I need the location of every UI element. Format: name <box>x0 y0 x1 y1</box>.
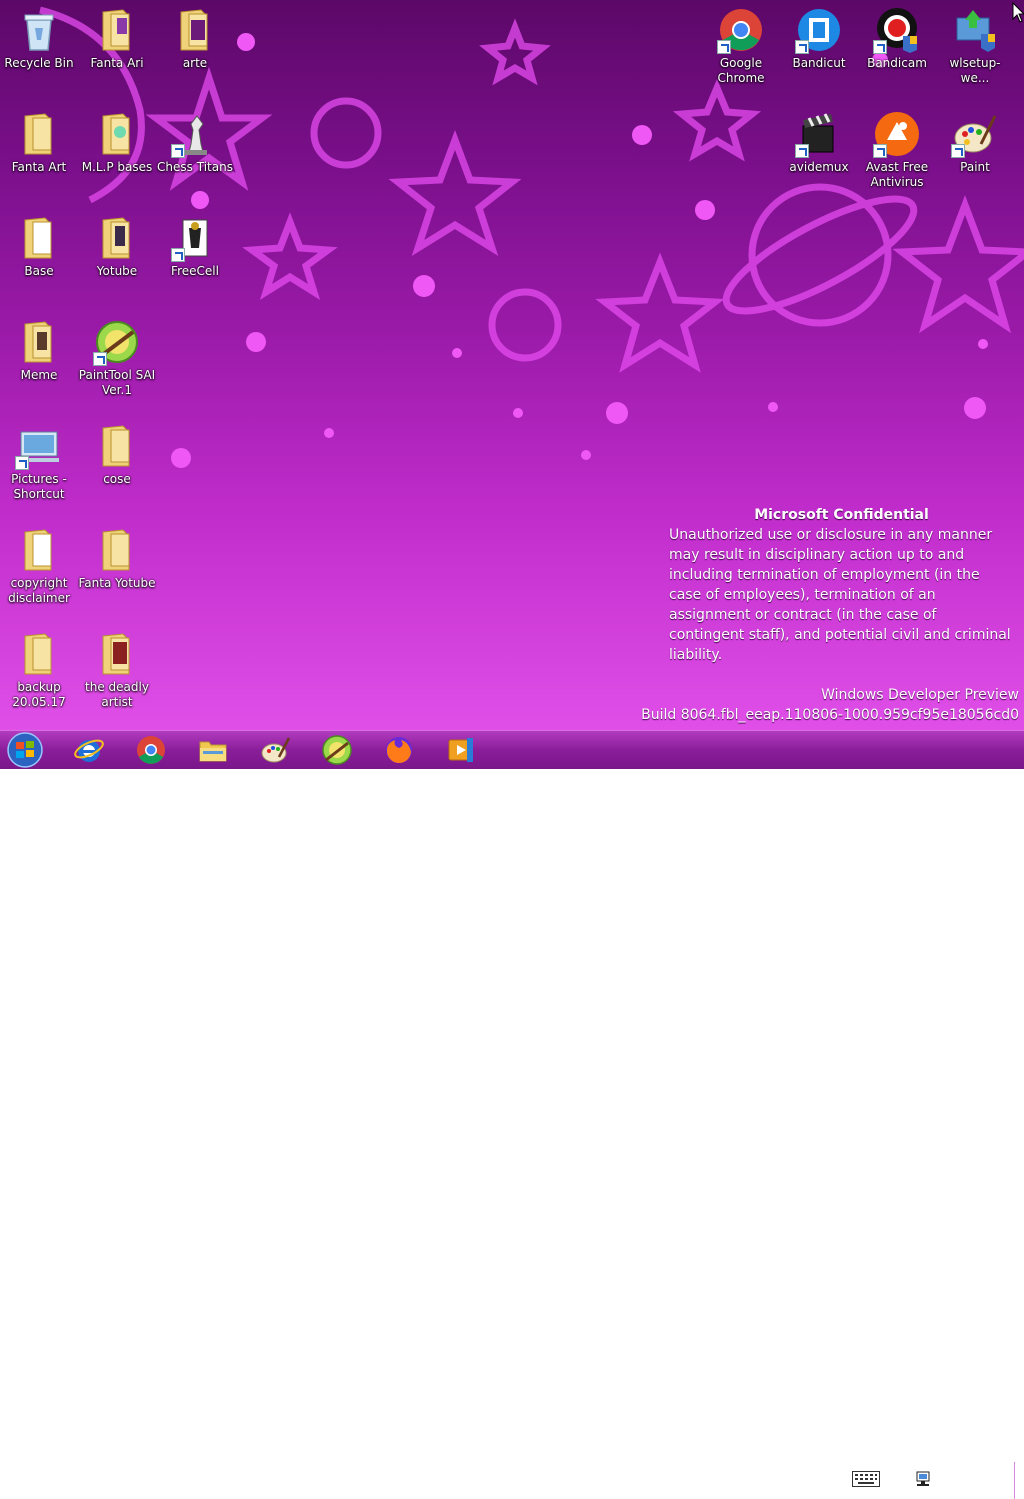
desktop-icon-bandicam[interactable]: Bandicam <box>858 6 936 71</box>
pictures-library-icon <box>15 422 63 470</box>
confidential-title: Microsoft Confidential <box>754 507 929 523</box>
firefox-icon <box>386 737 412 764</box>
network-icon[interactable] <box>914 1470 932 1488</box>
shortcut-arrow-icon <box>171 248 185 262</box>
desktop-icon-fanta-art[interactable]: Fanta Art <box>0 110 78 175</box>
setup-installer-icon <box>951 6 999 54</box>
shortcut-arrow-icon <box>171 144 185 158</box>
folder-icon <box>93 526 141 574</box>
watermark-edition: Windows Developer Preview <box>821 687 1019 703</box>
desktop-icon-paint[interactable]: Paint <box>936 110 1014 175</box>
folder-icon <box>93 214 141 262</box>
desktop-icon-fanta-yotube[interactable]: Fanta Yotube <box>78 526 156 591</box>
ie-icon <box>74 739 104 762</box>
taskbar-pinned-internet-explorer[interactable] <box>64 733 114 767</box>
folder-icon <box>93 6 141 54</box>
paint-palette-icon <box>951 110 999 158</box>
folder-icon <box>93 422 141 470</box>
taskbar-pinned-painttool-sai[interactable] <box>312 733 362 767</box>
confidential-body: Unauthorized use or disclosure in any ma… <box>669 527 1011 663</box>
folder-icon <box>93 110 141 158</box>
taskbar-pinned-firefox[interactable] <box>374 733 424 767</box>
watermark-build: Build 8064.fbl_eeap.110806-1000.959cf95e… <box>641 707 1019 723</box>
desktop-background[interactable]: Recycle Bin Fanta Ari arte Fanta Art M.L… <box>0 0 1024 730</box>
show-desktop-button[interactable] <box>1014 1462 1024 1499</box>
desktop-icon-chess-titans[interactable]: Chess Titans <box>156 110 234 175</box>
desktop-icon-fanta-ari[interactable]: Fanta Ari <box>78 6 156 71</box>
build-watermark: Windows Developer Preview Build 8064.fbl… <box>641 685 1019 725</box>
taskbar-pinned-paint[interactable] <box>250 733 300 767</box>
desktop-icon-copyright-disclaimer[interactable]: copyright disclaimer <box>0 526 78 606</box>
folder-icon <box>15 318 63 366</box>
folder-icon <box>15 214 63 262</box>
chess-icon <box>171 110 219 158</box>
folder-icon <box>171 6 219 54</box>
palette-icon <box>261 737 291 763</box>
folder-icon <box>15 526 63 574</box>
shortcut-arrow-icon <box>717 40 731 54</box>
taskbar-pinned-media[interactable] <box>436 733 486 767</box>
recycle-bin-icon <box>15 6 63 54</box>
shortcut-arrow-icon <box>795 40 809 54</box>
shortcut-arrow-icon <box>15 456 29 470</box>
desktop-icon-avidemux[interactable]: avidemux <box>780 110 858 175</box>
shortcut-arrow-icon <box>951 144 965 158</box>
windows-logo-icon <box>7 732 43 768</box>
desktop-icon-mlp-bases[interactable]: M.L.P bases <box>78 110 156 175</box>
mouse-cursor-icon <box>1012 2 1024 23</box>
desktop-icon-yotube[interactable]: Yotube <box>78 214 156 279</box>
avast-icon <box>873 110 921 158</box>
chrome-icon <box>137 736 165 764</box>
shortcut-arrow-icon <box>873 40 887 54</box>
desktop-icon-recycle-bin[interactable]: Recycle Bin <box>0 6 78 71</box>
folder-icon <box>199 741 227 762</box>
folder-icon <box>15 110 63 158</box>
keyboard-icon[interactable] <box>852 1471 880 1487</box>
folder-icon <box>93 630 141 678</box>
painttool-sai-icon <box>93 318 141 366</box>
desktop-icon-cose[interactable]: cose <box>78 422 156 487</box>
clock-time: 10:29 PM <box>946 1465 1002 1479</box>
start-button[interactable] <box>4 731 46 769</box>
media-icon <box>448 738 473 762</box>
playing-cards-icon <box>171 214 219 262</box>
desktop-icon-pictures-shortcut[interactable]: Pictures - Shortcut <box>0 422 78 502</box>
clock-date: 1/25/2022 <box>943 1481 1005 1495</box>
shortcut-arrow-icon <box>93 352 107 366</box>
taskbar-pinned-file-explorer[interactable] <box>188 733 238 767</box>
desktop-icon-google-chrome[interactable]: Google Chrome <box>702 6 780 86</box>
shortcut-arrow-icon <box>795 144 809 158</box>
taskbar-pinned-chrome[interactable] <box>126 733 176 767</box>
desktop-icon-avast[interactable]: Avast Free Antivirus <box>858 110 936 190</box>
sai-icon <box>322 735 352 765</box>
folder-icon <box>15 630 63 678</box>
system-clock[interactable]: 10:29 PM 1/25/2022 <box>940 1464 1008 1496</box>
desktop-icon-meme[interactable]: Meme <box>0 318 78 383</box>
desktop-icon-painttool-sai[interactable]: PaintTool SAI Ver.1 <box>78 318 156 398</box>
confidential-notice: Microsoft Confidential Unauthorized use … <box>669 505 1014 665</box>
desktop-toolbar-label[interactable]: Desktop <box>778 1470 828 1484</box>
shortcut-arrow-icon <box>873 144 887 158</box>
desktop-icon-bandicut[interactable]: Bandicut <box>780 6 858 71</box>
bandicut-icon <box>795 6 843 54</box>
desktop-icon-the-deadly-artist[interactable]: the deadly artist <box>78 630 156 710</box>
show-hidden-icons-icon[interactable]: ▲ <box>893 1471 901 1482</box>
toolbar-chevron-icon[interactable]: » <box>826 1464 832 1475</box>
bandicam-icon <box>873 6 921 54</box>
desktop-icon-backup[interactable]: backup 20.05.17 <box>0 630 78 710</box>
desktop-icon-wlsetup[interactable]: wlsetup-we... <box>936 6 1014 86</box>
taskbar: Desktop » ▲ 10:29 PM 1/25/2022 <box>0 730 1024 1499</box>
chrome-icon <box>717 6 765 54</box>
avidemux-icon <box>795 110 843 158</box>
desktop-icon-base[interactable]: Base <box>0 214 78 279</box>
desktop-icon-freecell[interactable]: FreeCell <box>156 214 234 279</box>
desktop-icon-arte[interactable]: arte <box>156 6 234 71</box>
